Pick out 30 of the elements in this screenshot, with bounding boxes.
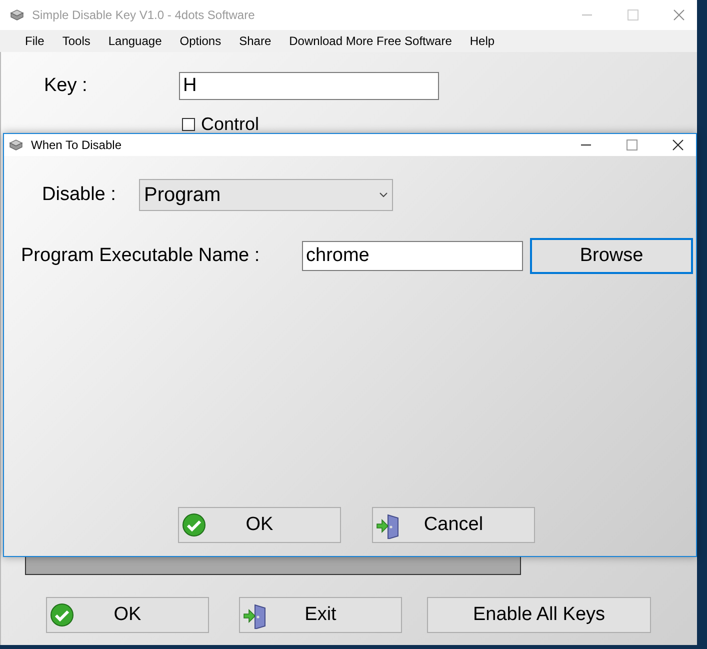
keyboard-icon bbox=[10, 9, 24, 21]
keyboard-icon bbox=[9, 139, 23, 151]
ok-button[interactable]: OK bbox=[46, 597, 209, 633]
key-label: Key : bbox=[44, 75, 88, 97]
program-name-label: Program Executable Name : bbox=[21, 245, 261, 267]
disable-dropdown[interactable]: Program bbox=[139, 179, 393, 211]
chevron-icon bbox=[379, 192, 388, 198]
close-icon[interactable] bbox=[672, 139, 684, 151]
enable-all-keys-button[interactable]: Enable All Keys bbox=[427, 597, 651, 633]
browse-button[interactable]: Browse bbox=[530, 238, 693, 274]
program-name-field[interactable]: chrome bbox=[302, 241, 523, 271]
exit-button[interactable]: Exit bbox=[239, 597, 402, 633]
ok-button[interactable]: OK bbox=[178, 507, 341, 543]
menu-item[interactable]: Language bbox=[99, 34, 171, 48]
check-icon bbox=[182, 513, 206, 537]
menu-item[interactable]: File bbox=[16, 34, 54, 48]
maximize-icon[interactable] bbox=[626, 139, 638, 151]
disable-label: Disable : bbox=[42, 184, 117, 206]
control-label: Control bbox=[201, 114, 260, 135]
menu-item[interactable]: Help bbox=[460, 34, 504, 48]
menu-item[interactable]: Download More Free Software bbox=[280, 34, 461, 48]
menu-item[interactable]: Share bbox=[230, 34, 280, 48]
menu-item[interactable]: Tools bbox=[53, 34, 100, 48]
key-field[interactable]: H bbox=[179, 72, 439, 100]
check-icon bbox=[50, 603, 74, 627]
dialog-title: When To Disable bbox=[31, 138, 122, 152]
cancel-button[interactable]: Cancel bbox=[372, 507, 535, 543]
control-checkbox[interactable] bbox=[182, 118, 195, 131]
window-title: Simple Disable Key V1.0 - 4dots Software bbox=[32, 8, 256, 22]
menu-item[interactable]: Options bbox=[170, 34, 230, 48]
